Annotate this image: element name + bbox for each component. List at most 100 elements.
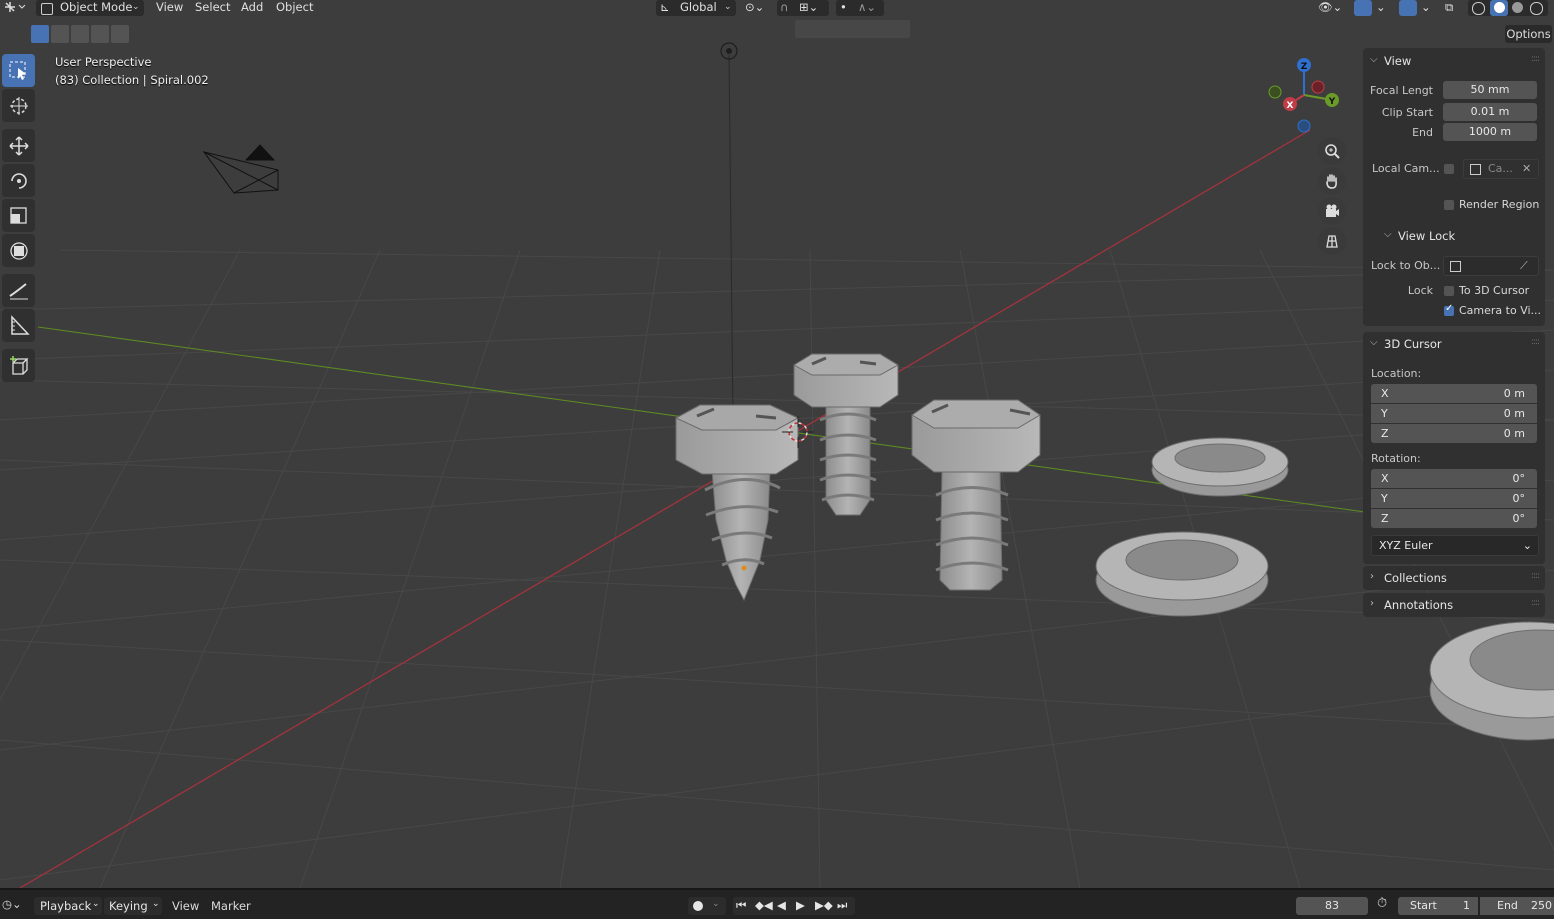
washer-3[interactable]: [1429, 621, 1554, 741]
local-camera-field[interactable]: Ca... ✕: [1463, 159, 1539, 179]
snap-target-icon: ⊞⌄: [799, 0, 819, 14]
menu-object[interactable]: Object: [276, 0, 313, 16]
keying-menu[interactable]: Keying ⌄: [104, 897, 162, 915]
select-extend-button[interactable]: [51, 25, 69, 43]
drag-handle-icon[interactable]: ::::: [1531, 337, 1540, 347]
transform-tool[interactable]: [2, 234, 35, 267]
rotation-y-field[interactable]: Y 0°: [1371, 489, 1537, 508]
jump-start-icon[interactable]: ⏮: [736, 898, 746, 913]
lock-to-object-field[interactable]: ⟋: [1443, 256, 1539, 276]
select-box-tool[interactable]: [2, 54, 35, 87]
play-icon[interactable]: ▶: [796, 898, 805, 912]
chevron-down-icon: ⌄: [1522, 539, 1532, 552]
gizmo-dropdown[interactable]: ⌄: [1376, 0, 1386, 16]
menu-add[interactable]: Add: [241, 0, 263, 16]
gizmo-toggle-button[interactable]: [1354, 0, 1372, 16]
select-new-button[interactable]: [31, 25, 49, 43]
timeline-menu-view[interactable]: View: [172, 899, 199, 913]
camera-object[interactable]: [202, 144, 279, 194]
annotations-panel[interactable]: › Annotations ::::: [1363, 593, 1545, 617]
chevron-down-icon[interactable]: ⌵: [1384, 229, 1392, 240]
stopwatch-icon[interactable]: ⏱: [1377, 896, 1387, 911]
play-reverse-icon[interactable]: ◀: [777, 898, 786, 912]
focal-length-field[interactable]: 50 mm: [1443, 81, 1537, 99]
local-camera-value: Ca...: [1488, 162, 1513, 175]
snap-controls[interactable]: ∩ ⊞⌄: [777, 0, 829, 16]
rendered-shading-icon[interactable]: [1530, 2, 1543, 15]
view-lock-title[interactable]: View Lock: [1398, 229, 1455, 243]
chevron-down-icon[interactable]: ⌵: [1370, 337, 1378, 348]
auto-keying-toggle[interactable]: ⌄: [688, 897, 726, 915]
washer-2[interactable]: [1095, 531, 1269, 617]
rotation-x-field[interactable]: X 0°: [1371, 469, 1537, 488]
wireframe-shading-icon[interactable]: [1472, 2, 1485, 15]
measure-tool[interactable]: [2, 309, 35, 342]
select-invert-button[interactable]: [91, 25, 109, 43]
menu-select[interactable]: Select: [195, 0, 230, 16]
eyedropper-icon[interactable]: ⟋: [1520, 257, 1528, 275]
3d-cursor-title[interactable]: 3D Cursor: [1384, 337, 1442, 351]
screw-1[interactable]: [674, 404, 800, 602]
clear-icon[interactable]: ✕: [1522, 160, 1531, 178]
options-button[interactable]: Options: [1505, 25, 1552, 43]
3d-viewport[interactable]: Z Y X User Perspective (83) Collection |…: [0, 0, 1554, 888]
rotation-z-field[interactable]: Z 0°: [1371, 509, 1537, 528]
camera-view-button[interactable]: [1318, 197, 1346, 225]
location-x-field[interactable]: X0 m: [1371, 384, 1537, 403]
collections-panel[interactable]: › Collections ::::: [1363, 566, 1545, 590]
next-keyframe-icon[interactable]: ▶◆: [815, 898, 833, 912]
timeline-menu-marker[interactable]: Marker: [211, 899, 251, 913]
scene-canvas[interactable]: Z Y X: [0, 0, 1554, 888]
shading-mode-group[interactable]: [1468, 0, 1548, 16]
playback-menu[interactable]: Playback ⌄: [34, 897, 102, 915]
overlay-toggle-button[interactable]: [1399, 0, 1417, 16]
cursor-tool[interactable]: [2, 89, 35, 122]
start-value: 1: [1463, 899, 1470, 912]
rotation-mode-dropdown[interactable]: XYZ Euler ⌄: [1371, 535, 1539, 556]
frame-start-field[interactable]: Start 1: [1398, 897, 1478, 915]
jump-end-icon[interactable]: ⏭: [837, 898, 847, 913]
clip-start-field[interactable]: 0.01 m: [1443, 103, 1537, 121]
add-cube-tool[interactable]: [2, 349, 35, 382]
scale-tool[interactable]: [2, 199, 35, 232]
clip-end-field[interactable]: 1000 m: [1443, 123, 1537, 141]
local-camera-checkbox[interactable]: [1444, 164, 1454, 174]
camera-to-view-checkbox[interactable]: ✓: [1444, 303, 1454, 316]
move-tool[interactable]: [2, 129, 35, 162]
end-value: 250: [1531, 899, 1552, 912]
drag-handle-icon[interactable]: ::::: [1531, 598, 1540, 608]
zoom-button[interactable]: [1318, 137, 1346, 165]
prev-keyframe-icon[interactable]: ◆◀: [755, 898, 773, 912]
projection-toggle-button[interactable]: [1318, 227, 1346, 255]
washer-1[interactable]: [1151, 437, 1289, 497]
editor-type-button[interactable]: [3, 0, 27, 16]
x-axis-line: [19, 129, 1311, 888]
menu-view[interactable]: View: [156, 0, 183, 16]
current-frame-field[interactable]: 83: [1296, 897, 1368, 915]
lock-3d-cursor-checkbox[interactable]: [1444, 286, 1454, 296]
location-z-field[interactable]: Z0 m: [1371, 424, 1537, 443]
pivot-point-button[interactable]: ⊙⌄: [745, 0, 764, 16]
proportional-editing[interactable]: • ∧⌄: [836, 0, 884, 16]
select-subtract-button[interactable]: [71, 25, 89, 43]
mode-dropdown[interactable]: Object Mode ⌄: [36, 0, 144, 16]
timeline-editor-type-button[interactable]: ◷⌄: [2, 897, 22, 911]
rotate-tool[interactable]: [2, 164, 35, 197]
material-shading-icon[interactable]: [1512, 2, 1523, 13]
xray-toggle-icon[interactable]: ⧉: [1445, 0, 1453, 16]
transform-orientation-dropdown[interactable]: ⊾ Global ⌄: [656, 0, 736, 16]
drag-handle-icon[interactable]: ::::: [1531, 571, 1540, 581]
location-y-field[interactable]: Y0 m: [1371, 404, 1537, 423]
select-intersect-button[interactable]: [111, 25, 129, 43]
screw-3[interactable]: [911, 399, 1041, 591]
visibility-dropdown[interactable]: 👁⌄: [1318, 0, 1342, 16]
chevron-down-icon[interactable]: ⌵: [1370, 54, 1378, 65]
cursor-icon: [10, 97, 28, 115]
overlay-dropdown[interactable]: ⌄: [1421, 0, 1431, 16]
pan-button[interactable]: [1318, 167, 1346, 195]
render-region-checkbox[interactable]: [1444, 200, 1454, 210]
frame-end-field[interactable]: End 250: [1480, 897, 1554, 915]
drag-handle-icon[interactable]: ::::: [1531, 54, 1540, 64]
view-panel-title[interactable]: View: [1384, 54, 1411, 68]
annotate-tool[interactable]: [2, 274, 35, 307]
